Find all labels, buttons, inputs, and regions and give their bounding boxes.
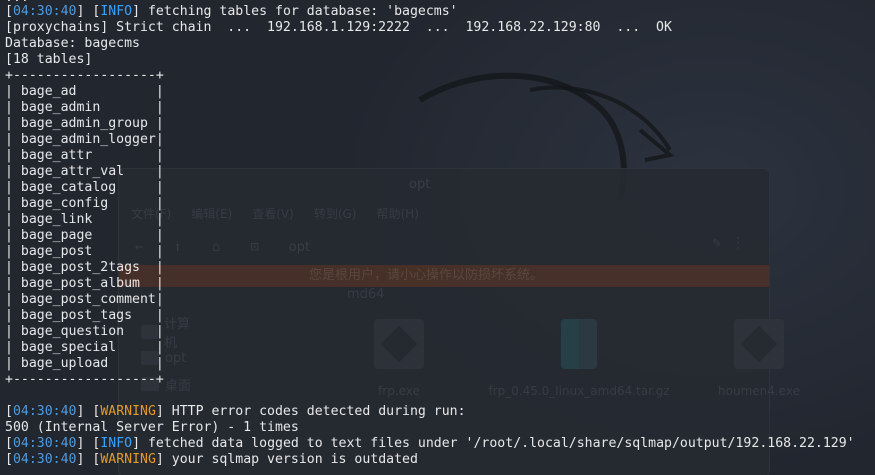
table-row: | bage_config |	[5, 196, 164, 211]
log-message: fetched data logged to text files under …	[140, 436, 855, 451]
log-message: HTTP error codes detected during run:	[163, 404, 466, 419]
table-row: | bage_catalog |	[5, 180, 164, 195]
table-row: | bage_post_album |	[5, 276, 164, 291]
terminal-line-info: [04:30:40] [INFO] fetched data logged to…	[5, 436, 855, 451]
table-row: | bage_admin |	[5, 100, 164, 115]
terminal-line-warning: [04:30:40] [WARNING] HTTP error codes de…	[5, 404, 466, 419]
table-row: | bage_admin_group |	[5, 116, 164, 131]
table-row: | bage_post_comment|	[5, 292, 164, 307]
table-row: | bage_post_tags |	[5, 308, 164, 323]
table-row: | bage_page |	[5, 228, 164, 243]
timestamp: 04:30:40	[12, 404, 77, 419]
table-row: | bage_admin_logger|	[5, 132, 164, 147]
table-row: | bage_special |	[5, 340, 164, 355]
table-row: | bage_question |	[5, 324, 164, 339]
log-level: INFO	[100, 436, 133, 451]
log-level: INFO	[100, 4, 133, 19]
timestamp: 04:30:40	[12, 436, 77, 451]
terminal-line-database: Database: bagecms	[5, 36, 140, 51]
table-border-bottom: +------------------+	[5, 372, 164, 387]
table-row: | bage_upload |	[5, 356, 164, 371]
table-row: | bage_link |	[5, 212, 164, 227]
terminal-line-table-count: [18 tables]	[5, 52, 93, 67]
table-row: | bage_post_2tags |	[5, 260, 164, 275]
table-border-top: +------------------+	[5, 68, 164, 83]
log-message: your sqlmap version is outdated	[163, 452, 418, 467]
table-row: | bage_ad |	[5, 84, 164, 99]
terminal-line-error-count: 500 (Internal Server Error) - 1 times	[5, 420, 299, 435]
log-level: WARNING	[100, 404, 156, 419]
terminal-line-info: [04:30:40] [INFO] fetching tables for da…	[5, 4, 458, 19]
log-message: fetching tables for database: 'bagecms'	[140, 4, 458, 19]
timestamp: 04:30:40	[12, 452, 77, 467]
table-row: | bage_attr_val |	[5, 164, 164, 179]
terminal-line-proxychains: [proxychains] Strict chain ... 192.168.1…	[5, 20, 672, 35]
timestamp: 04:30:40	[12, 4, 77, 19]
table-row: | bage_attr |	[5, 148, 164, 163]
table-row: | bage_post |	[5, 244, 164, 259]
terminal-output[interactable]: ... [04:30:40] [INFO] fetching tables fo…	[5, 0, 875, 475]
terminal-line-warning: [04:30:40] [WARNING] your sqlmap version…	[5, 452, 418, 467]
log-level: WARNING	[100, 452, 156, 467]
